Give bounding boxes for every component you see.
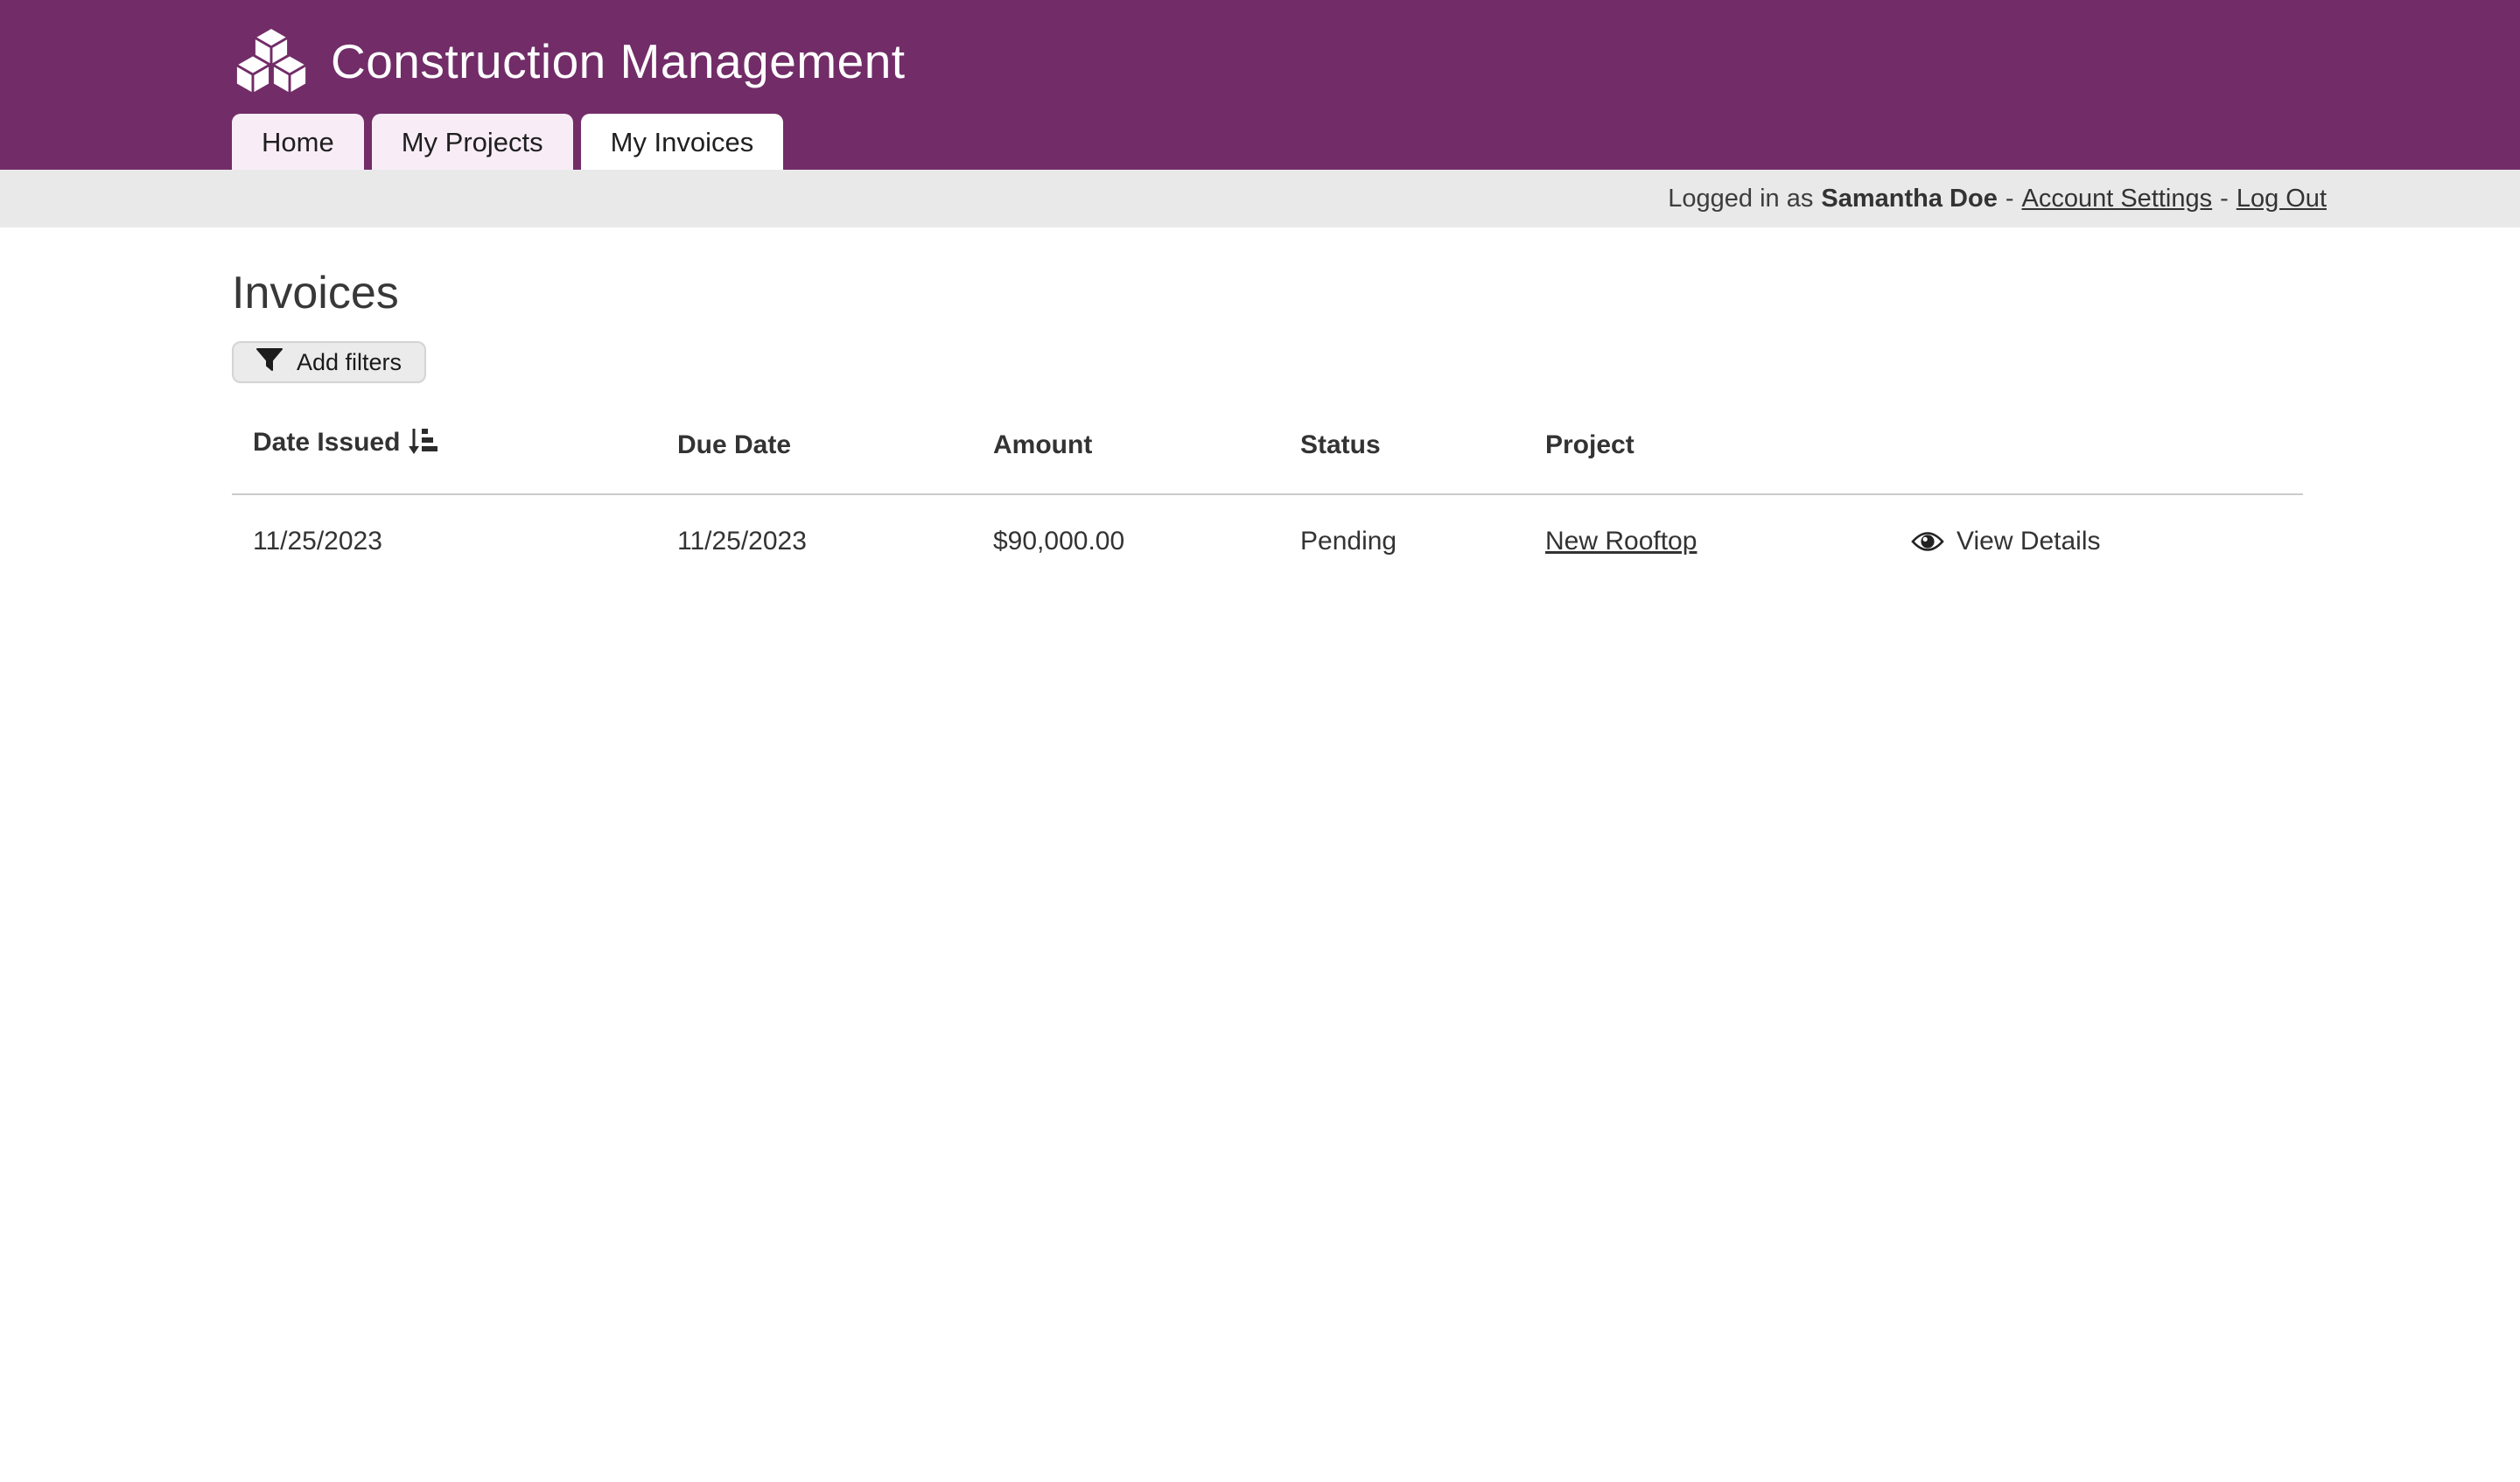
separator: - bbox=[2006, 185, 2014, 213]
view-details-label: View Details bbox=[1956, 527, 2101, 556]
funnel-icon bbox=[256, 346, 283, 379]
project-link[interactable]: New Rooftop bbox=[1545, 527, 1697, 556]
invoice-row: 11/25/2023 11/25/2023 $90,000.00 Pending… bbox=[232, 494, 2303, 560]
main-content: Invoices Add filters Date Issued bbox=[0, 268, 2520, 560]
user-name: Samantha Doe bbox=[1821, 185, 1997, 213]
tab-my-projects[interactable]: My Projects bbox=[372, 114, 573, 170]
due-date-cell: 11/25/2023 bbox=[656, 494, 972, 560]
eye-icon bbox=[1911, 530, 1944, 553]
actions-cell: View Details bbox=[1890, 494, 2303, 560]
column-header-actions bbox=[1890, 427, 2303, 494]
add-filters-button[interactable]: Add filters bbox=[232, 341, 426, 383]
status-cell: Pending bbox=[1279, 494, 1524, 560]
sort-descending-icon[interactable] bbox=[408, 434, 438, 463]
account-settings-link[interactable]: Account Settings bbox=[2022, 185, 2213, 213]
invoices-table: Date Issued Due Date Amount Sta bbox=[232, 427, 2303, 560]
main-nav: Home My Projects My Invoices bbox=[232, 114, 783, 170]
page: Construction Management Home My Projects… bbox=[0, 0, 2520, 1482]
date-issued-cell: 11/25/2023 bbox=[232, 494, 656, 560]
tab-my-invoices[interactable]: My Invoices bbox=[581, 114, 784, 170]
app-title: Construction Management bbox=[331, 33, 906, 89]
page-title: Invoices bbox=[232, 268, 2303, 318]
logged-in-label: Logged in as bbox=[1668, 185, 1813, 213]
view-details-button[interactable]: View Details bbox=[1911, 527, 2101, 556]
log-out-link[interactable]: Log Out bbox=[2236, 185, 2327, 213]
cubes-logo-icon bbox=[233, 26, 310, 96]
tab-home[interactable]: Home bbox=[232, 114, 364, 170]
user-bar: Logged in as Samantha Doe - Account Sett… bbox=[0, 170, 2520, 227]
column-header-due-date[interactable]: Due Date bbox=[656, 427, 972, 494]
separator: - bbox=[2220, 185, 2229, 213]
column-header-amount[interactable]: Amount bbox=[972, 427, 1279, 494]
app-header: Construction Management Home My Projects… bbox=[0, 0, 2520, 170]
add-filters-label: Add filters bbox=[297, 349, 402, 376]
amount-cell: $90,000.00 bbox=[972, 494, 1279, 560]
project-cell: New Rooftop bbox=[1524, 494, 1890, 560]
column-header-project[interactable]: Project bbox=[1524, 427, 1890, 494]
column-header-date-issued[interactable]: Date Issued bbox=[232, 427, 656, 494]
brand: Construction Management bbox=[0, 0, 2520, 114]
column-header-status[interactable]: Status bbox=[1279, 427, 1524, 494]
table-header-row: Date Issued Due Date Amount Sta bbox=[232, 427, 2303, 494]
